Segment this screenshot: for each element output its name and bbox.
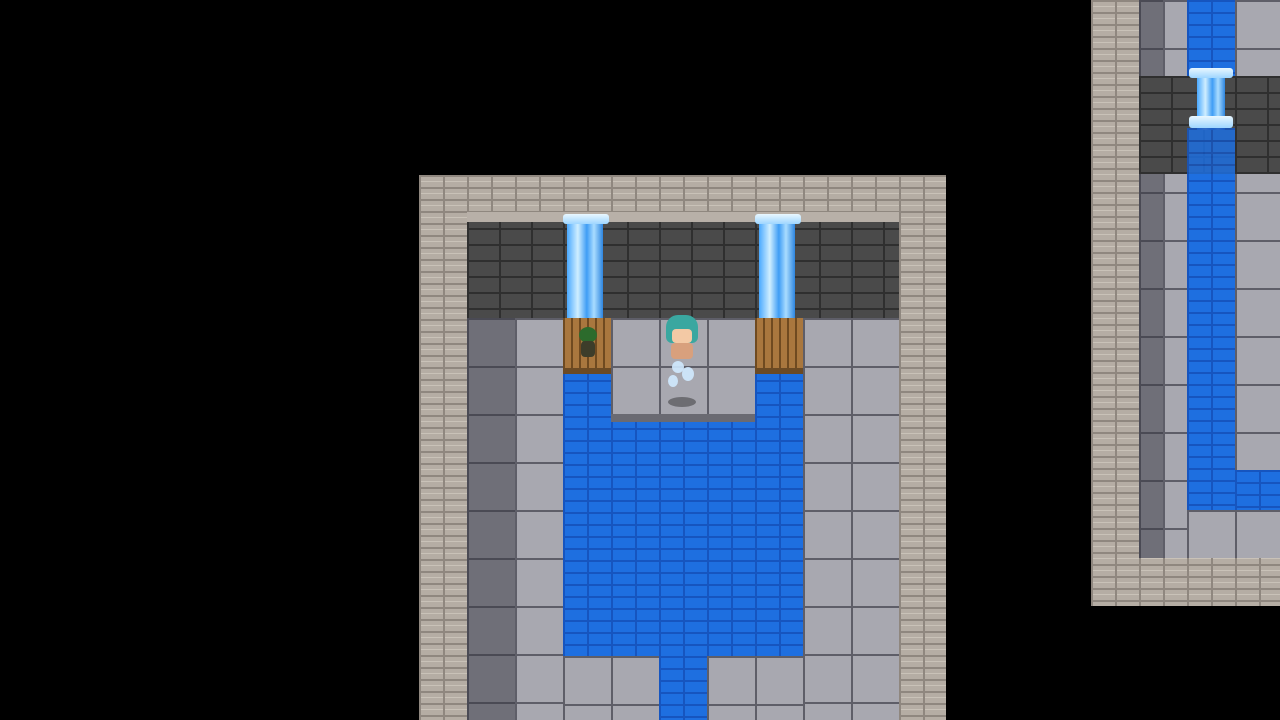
wall-ledge <box>467 212 899 222</box>
waterfall-right-top <box>755 214 801 224</box>
back-wall <box>467 212 899 319</box>
side-floor-bottom <box>1187 510 1280 558</box>
side-waterfall-top <box>1189 68 1233 78</box>
waterfall-left <box>567 219 603 319</box>
player-shadow <box>668 397 696 407</box>
side-floor-right <box>1235 0 1280 470</box>
waterfall-left-top <box>563 214 609 224</box>
side-waterfall-splash <box>1189 116 1233 128</box>
floor-left-shadow <box>467 318 515 720</box>
side-water-bottom <box>1235 470 1280 510</box>
side-channel-lower <box>1187 128 1235 174</box>
npc-green-creature[interactable] <box>573 325 601 361</box>
water-channel <box>659 656 707 720</box>
floor-left <box>515 318 563 720</box>
floor-bottom-left <box>563 656 659 720</box>
floor-bottom-right <box>707 656 803 720</box>
waterfall-right <box>759 219 795 319</box>
main-room <box>419 175 946 720</box>
floor-right <box>803 318 899 720</box>
wood-platform-right[interactable] <box>755 318 803 374</box>
dais-edge <box>611 414 755 422</box>
player-character[interactable] <box>664 315 700 411</box>
game-viewport[interactable] <box>0 0 1280 720</box>
side-room <box>1091 0 1280 606</box>
